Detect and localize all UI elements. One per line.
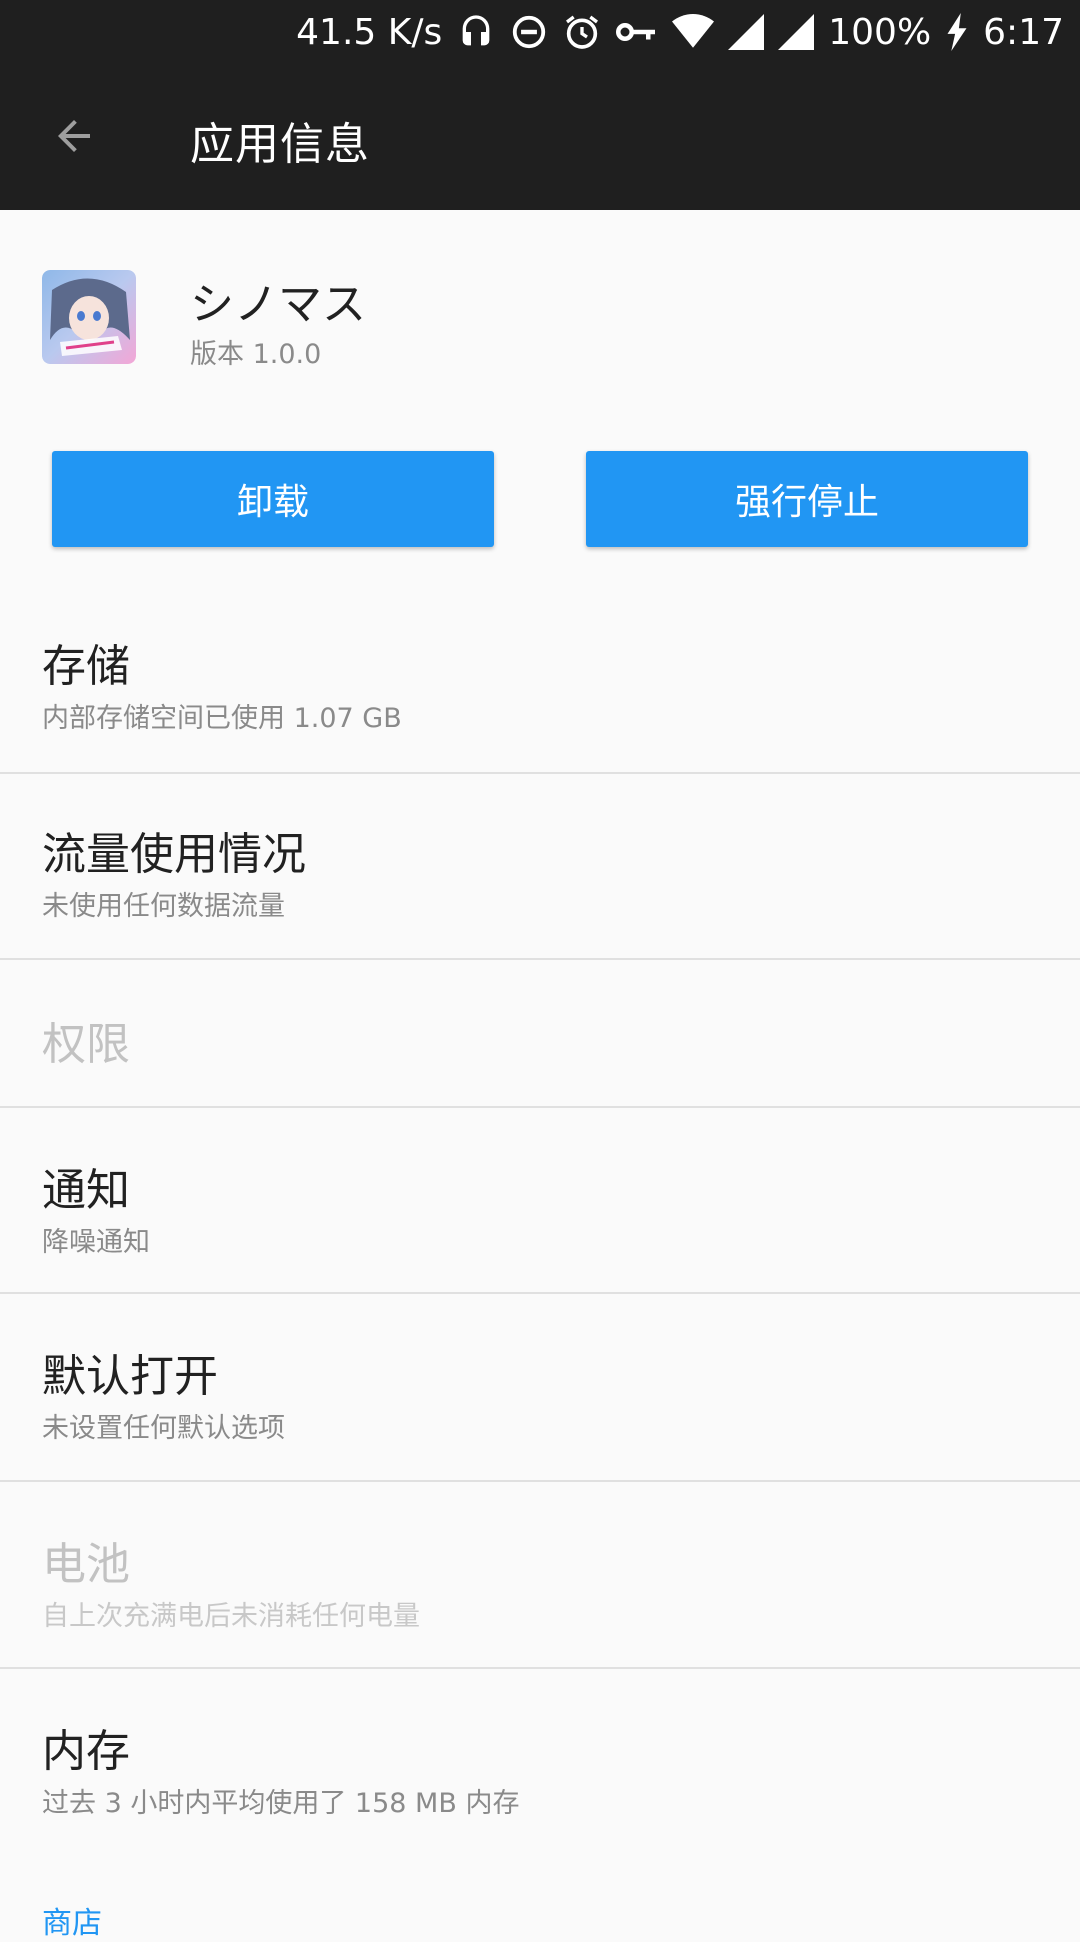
app-version: 版本 1.0.0: [190, 339, 322, 370]
list-item-notifications[interactable]: 通知 降噪通知: [0, 1108, 1080, 1294]
signal-icon: [778, 14, 815, 50]
item-subtitle: 自上次充满电后未消耗任何电量: [42, 1601, 420, 1632]
item-title: 电池: [42, 1539, 130, 1590]
force-stop-button[interactable]: 强行停止: [586, 451, 1028, 547]
list-item-battery: 电池 自上次充满电后未消耗任何电量: [0, 1482, 1080, 1668]
net-speed: 41.5 K/s: [296, 11, 443, 53]
item-subtitle: 降噪通知: [42, 1227, 150, 1258]
store-section-header: 商店: [42, 1906, 102, 1941]
item-title: 流量使用情况: [42, 829, 306, 880]
item-subtitle: 未使用任何数据流量: [42, 891, 285, 922]
list-item-open-by-default[interactable]: 默认打开 未设置任何默认选项: [0, 1294, 1080, 1480]
item-title: 存储: [42, 641, 130, 692]
item-subtitle: 内部存储空间已使用 1.07 GB: [42, 703, 402, 734]
alarm-icon: [562, 12, 602, 52]
item-title: 权限: [42, 1019, 130, 1070]
item-subtitle: 未设置任何默认选项: [42, 1413, 285, 1444]
list-item-memory[interactable]: 内存 过去 3 小时内平均使用了 158 MB 内存: [0, 1669, 1080, 1855]
dnd-icon: [510, 13, 548, 51]
headset-icon: [456, 12, 496, 52]
vpn-key-icon: [616, 16, 658, 48]
signal-icon: [728, 14, 765, 50]
battery-percent: 100%: [828, 11, 932, 53]
clock: 6:17: [983, 11, 1064, 53]
uninstall-button[interactable]: 卸载: [52, 451, 494, 547]
item-title: 默认打开: [42, 1351, 218, 1402]
list-item-data-usage[interactable]: 流量使用情况 未使用任何数据流量: [0, 774, 1080, 960]
charging-icon: [945, 13, 969, 51]
item-title: 通知: [42, 1165, 130, 1216]
app-name: シノマス: [190, 279, 366, 330]
app-icon: [42, 270, 136, 364]
app-bar: 应用信息: [0, 64, 1080, 210]
list-item-permissions: 权限: [0, 960, 1080, 1108]
back-button[interactable]: [40, 104, 108, 172]
page-title: 应用信息: [190, 119, 370, 170]
status-bar: 41.5 K/s 100% 6:17: [0, 0, 1080, 64]
list-item-storage[interactable]: 存储 内部存储空间已使用 1.07 GB: [0, 600, 1080, 774]
item-subtitle: 过去 3 小时内平均使用了 158 MB 内存: [42, 1788, 520, 1819]
item-title: 内存: [42, 1726, 130, 1777]
arrow-back-icon: [50, 112, 98, 164]
wifi-icon: [672, 14, 715, 50]
